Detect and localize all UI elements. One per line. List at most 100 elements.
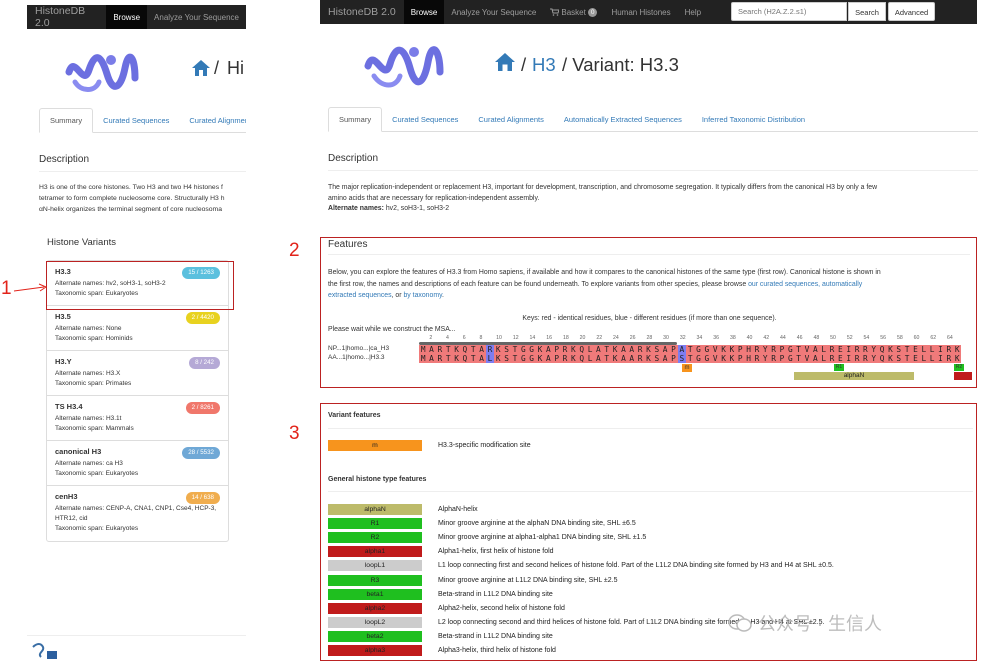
feature-r1-marker[interactable]: R1: [834, 364, 844, 371]
tab-taxonomic-distribution[interactable]: Inferred Taxonomic Distribution: [692, 108, 815, 131]
msa-residue: K: [452, 354, 461, 363]
nav-browse[interactable]: Browse: [106, 5, 148, 29]
msa-residue: T: [444, 345, 453, 354]
tab-curated-alignments[interactable]: Curated Alignmen: [179, 109, 246, 132]
tab-summary[interactable]: Summary: [39, 108, 94, 133]
legend-swatch: alpha2: [328, 602, 422, 614]
msa-residue: L: [585, 345, 595, 354]
variant-item-cenh3[interactable]: cenH3 14 / 638 Alternate names: CENP-A, …: [47, 486, 228, 541]
ruler-tick-label: 50: [830, 335, 836, 341]
feature-alphan-label: alphaN: [843, 372, 865, 379]
variant-alt-names: Alternate names: CENP-A, CNA1, CNP1, Cse…: [55, 505, 217, 512]
ruler-tick-label: 22: [596, 335, 603, 341]
msa-residue: R: [752, 345, 762, 354]
msa-residue: L: [819, 354, 828, 363]
link-by-taxonomy[interactable]: by taxonomy: [403, 292, 442, 299]
msa-residue: L: [485, 354, 495, 363]
description-heading: Description: [328, 153, 978, 171]
feature-alphan-bar[interactable]: alphaN: [794, 372, 914, 380]
ruler-tick-label: 18: [562, 335, 569, 341]
msa-residue: M: [419, 354, 428, 363]
tab-summary[interactable]: Summary: [328, 107, 383, 132]
msa-residue: P: [777, 345, 787, 354]
ruler-tick-label: 8: [479, 335, 483, 341]
variant-alt-names-cont: HTR12, cid: [55, 515, 88, 522]
left-tabs: Summary Curated Sequences Curated Alignm…: [39, 108, 246, 133]
msa-residue: P: [736, 354, 745, 363]
msa-residue: R: [852, 345, 862, 354]
ruler-tick-label: 10: [496, 335, 502, 341]
link-extracted-sequences[interactable]: extracted sequences: [328, 292, 392, 299]
nav-analyze[interactable]: Analyze Your Sequence: [147, 5, 246, 29]
msa-residue: S: [652, 345, 661, 354]
msa-residue: K: [569, 345, 578, 354]
feature-m-marker[interactable]: m: [682, 364, 692, 372]
search-button[interactable]: Search: [848, 2, 886, 21]
nav-analyze[interactable]: Analyze Your Sequence: [444, 0, 543, 24]
brand-logo-text[interactable]: HistoneDB 2.0: [27, 5, 106, 29]
link-curated-sequences[interactable]: our curated sequences, automatically: [748, 281, 862, 288]
msa-residue: A: [427, 354, 436, 363]
legend-desc: Beta-strand in L1L2 DNA binding site: [438, 633, 553, 641]
msa-residue: K: [953, 345, 962, 354]
tab-curated-sequences[interactable]: Curated Sequences: [93, 109, 179, 132]
msa-residue: A: [627, 345, 636, 354]
footer-divider: [27, 635, 246, 636]
nav-browse[interactable]: Browse: [403, 0, 445, 24]
features-p3-end: .: [442, 292, 444, 299]
msa-residue: P: [669, 354, 678, 363]
legend-desc: Alpha3-helix, third helix of histone fol…: [438, 647, 556, 655]
variant-item-canonical-h3[interactable]: canonical H3 28 / 5532 Alternate names: …: [47, 441, 228, 486]
ruler-tick-label: 52: [846, 335, 853, 341]
nav-help[interactable]: Help: [678, 0, 708, 24]
tab-curated-sequences[interactable]: Curated Sequences: [382, 108, 468, 131]
msa-residue: T: [686, 345, 695, 354]
breadcrumb-h3-link[interactable]: H3: [532, 54, 556, 76]
msa-residue: L: [585, 354, 595, 363]
ruler-tick-label: 24: [613, 335, 619, 341]
legend-divider: [328, 428, 973, 429]
home-icon[interactable]: [494, 52, 516, 72]
variant-item-ts-h3-4[interactable]: TS H3.4 2 / 8261 Alternate names: H3.1t …: [47, 396, 228, 441]
feature-alpha1-marker[interactable]: [954, 372, 972, 380]
features-p3: extracted sequences, or by taxonomy.: [328, 290, 973, 302]
msa-residue: A: [677, 345, 686, 354]
msa-residue: Q: [877, 354, 887, 363]
msa-residue: K: [727, 354, 737, 363]
legend-swatch: m: [328, 439, 422, 451]
tab-curated-alignments[interactable]: Curated Alignments: [468, 108, 553, 131]
feature-m-label: m: [684, 365, 690, 371]
ruler-tick-label: 2: [429, 335, 433, 341]
variant-tax-span: Taxonomic span: Eukaryotes: [55, 525, 139, 532]
search-input[interactable]: [731, 2, 847, 21]
annotation-label-1: 1: [1, 278, 12, 299]
legend-desc: Beta-strand in L1L2 DNA binding site: [438, 590, 553, 598]
ruler-tick-label: 20: [579, 335, 586, 341]
home-icon[interactable]: [191, 59, 211, 77]
msa-residue: R: [861, 345, 870, 354]
msa-residue: A: [660, 354, 670, 363]
desc-line: The major replication-independent or rep…: [328, 184, 878, 191]
msa-residue: K: [644, 354, 653, 363]
msa-residue: Q: [877, 345, 887, 354]
ruler-tick-label: 48: [813, 335, 820, 341]
msa-residue: E: [911, 354, 920, 363]
msa-residue: A: [619, 354, 628, 363]
msa-residue: P: [552, 354, 561, 363]
msa-residue: R: [769, 354, 778, 363]
histone-structure-image: [65, 53, 139, 92]
msa-residue: G: [786, 345, 795, 354]
variant-item-h3-5[interactable]: H3.5 2 / 4420 Alternate names: None Taxo…: [47, 306, 228, 351]
nav-human-histones[interactable]: Human Histones: [604, 0, 677, 24]
ruler-tick-label: 26: [629, 335, 636, 341]
msa-residue: V: [711, 345, 720, 354]
variant-item-h3-y[interactable]: H3.Y 8 / 242 Alternate names: H3.X Taxon…: [47, 351, 228, 396]
brand-logo-text[interactable]: HistoneDB 2.0: [320, 6, 404, 18]
advanced-button[interactable]: Advanced: [888, 2, 935, 21]
nav-basket[interactable]: Basket 0: [543, 0, 604, 24]
msa-residue: T: [510, 354, 520, 363]
msa-residue: T: [510, 345, 520, 354]
feature-r2-marker[interactable]: R2: [954, 364, 964, 371]
legend-row: R3 Minor groove arginine at L1L2 DNA bind…: [328, 573, 968, 587]
tab-auto-extracted[interactable]: Automatically Extracted Sequences: [554, 108, 692, 131]
